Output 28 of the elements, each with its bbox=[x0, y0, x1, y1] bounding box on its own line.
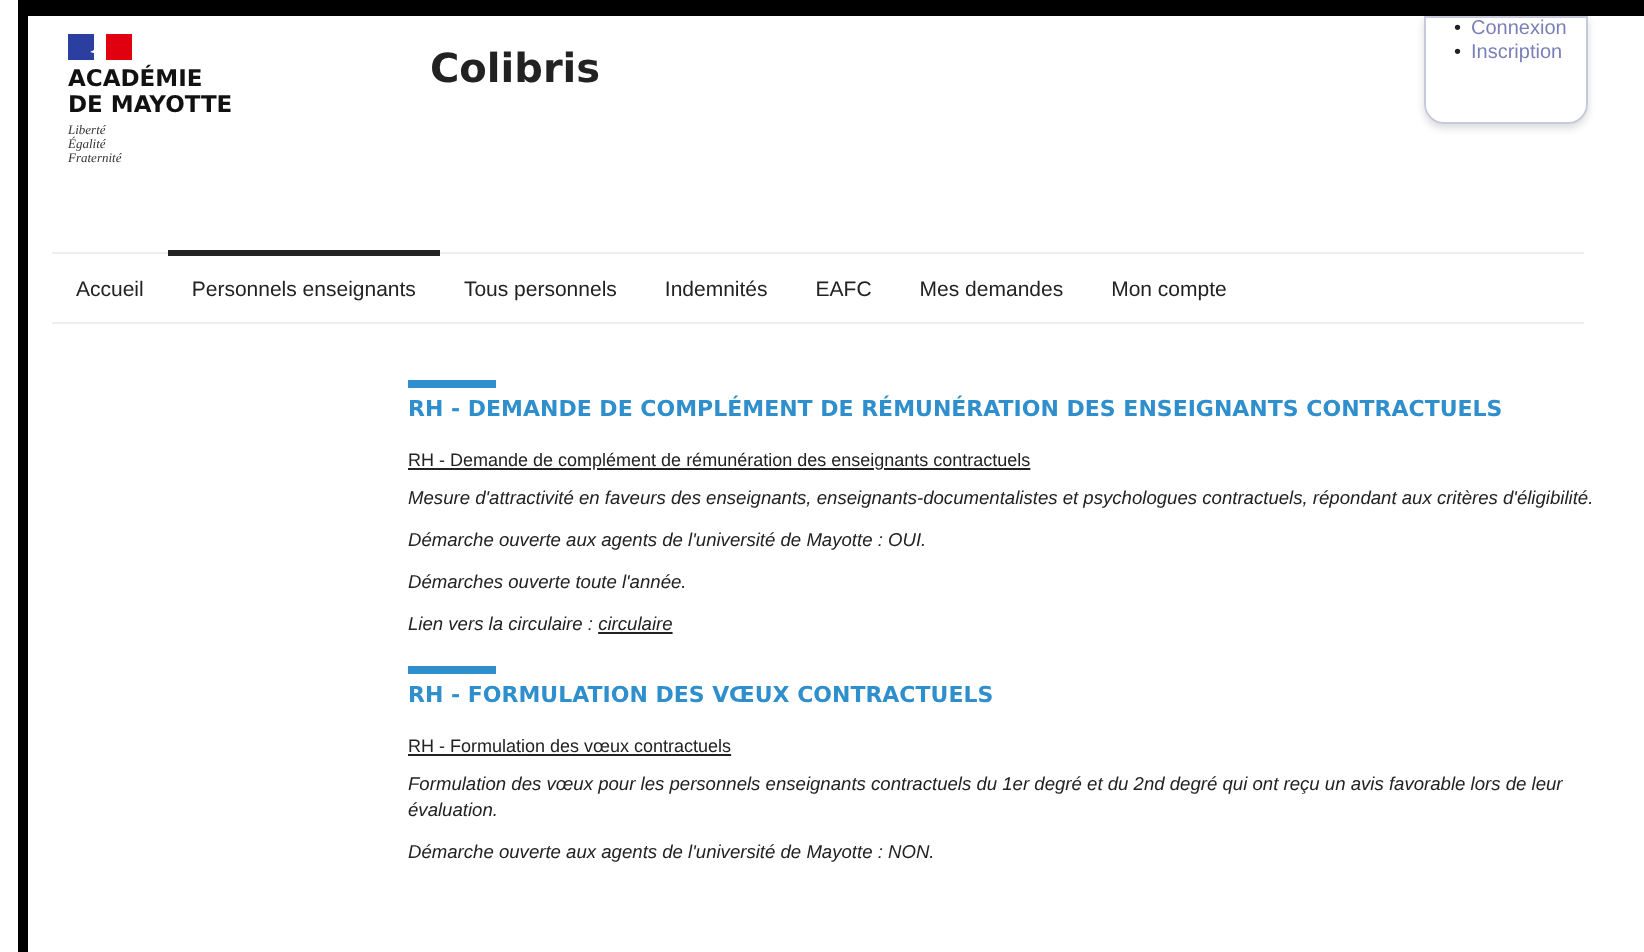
title-accent-bar bbox=[408, 380, 496, 388]
nav-tab[interactable]: Mon compte bbox=[1087, 250, 1251, 322]
section-title: RH - DEMANDE DE COMPLÉMENT DE RÉMUNÉRATION DES ENSEIGNANTS CONTRACTUELS bbox=[408, 396, 1505, 422]
description-text: Mesure d'attractivité en faveurs des enseignants, enseignants-documentalistes et psychologues contractuels, répondant aux critères d'éligibilité. bbox=[408, 486, 1596, 512]
description-text: Démarche ouverte aux agents de l'université de Mayotte : NON. bbox=[408, 840, 937, 866]
nav-tab[interactable]: Indemnités bbox=[640, 250, 792, 322]
account-link[interactable]: Connexion bbox=[1471, 18, 1567, 42]
bullet-text: • bbox=[1454, 18, 1462, 42]
account-link[interactable]: Inscription bbox=[1471, 42, 1563, 66]
nav-tab[interactable]: Tous personnels bbox=[439, 250, 641, 322]
nav-tab[interactable]: Accueil bbox=[52, 250, 168, 322]
description-text: Formulation des vœux pour les personnels enseignants contractuels du 1er degré et du 2nd degré qui ont reçu un avis favorable lors de leur évaluation. bbox=[408, 772, 1565, 824]
bullet-text: • bbox=[1454, 42, 1462, 66]
academy-name: DE MAYOTTE bbox=[68, 92, 235, 118]
nav-tab[interactable]: EAFC bbox=[791, 250, 896, 322]
description-text: Démarches ouverte toute l'année. bbox=[408, 570, 689, 596]
description-text: Lien vers la circulaire : circulaire bbox=[408, 612, 675, 638]
procedure-link[interactable]: RH - Formulation des vœux contractuels bbox=[408, 736, 1612, 756]
academy-name: ACADÉMIE bbox=[68, 66, 205, 92]
procedure-link[interactable]: RH - Demande de complément de rémunération des enseignants contractuels bbox=[408, 450, 1612, 470]
nav-tab[interactable]: Personnels enseignants bbox=[167, 250, 440, 322]
nav-tab[interactable]: Mes demandes bbox=[895, 250, 1088, 322]
title-accent-bar bbox=[408, 666, 496, 674]
section-title: RH - FORMULATION DES VŒUX CONTRACTUELS bbox=[408, 682, 996, 708]
circular-link[interactable]: circulaire bbox=[598, 614, 673, 634]
flag-icon bbox=[68, 34, 132, 60]
site-title: Colibris bbox=[430, 42, 603, 96]
description-text: Démarche ouverte aux agents de l'université de Mayotte : OUI. bbox=[408, 528, 929, 554]
